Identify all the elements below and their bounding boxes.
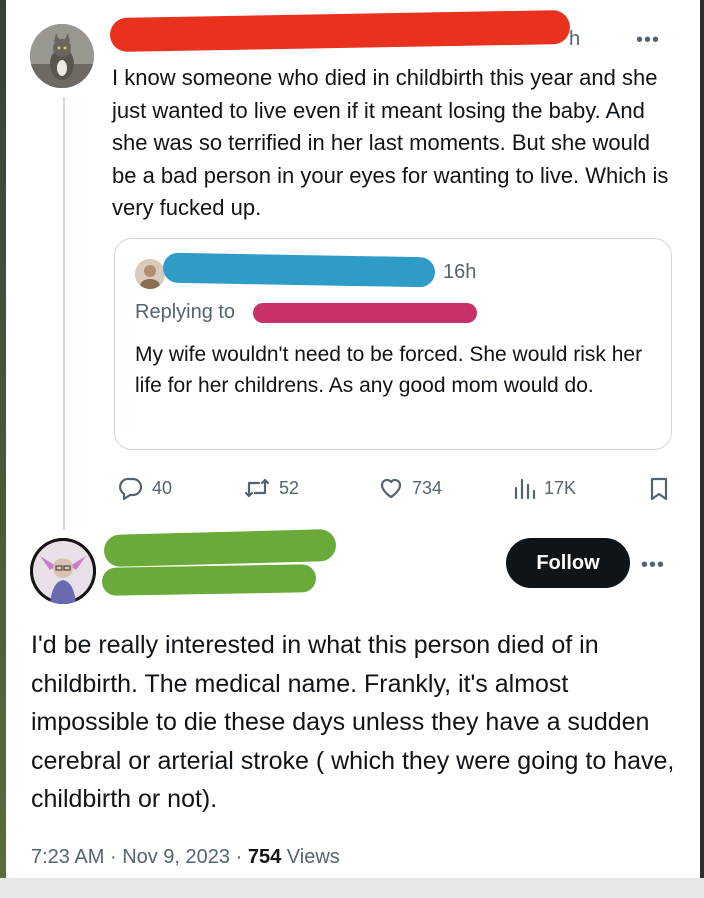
redacted-tweet2-name bbox=[103, 528, 337, 568]
tweet2-avatar-image bbox=[30, 538, 96, 604]
quoted-body: My wife wouldn't need to be forced. She … bbox=[135, 343, 643, 397]
redacted-replying-handle bbox=[253, 303, 477, 323]
redacted-username bbox=[109, 9, 571, 53]
follow-button[interactable]: Follow bbox=[506, 538, 630, 588]
tweet2-views-count: 754 bbox=[247, 846, 282, 868]
bookmark-button[interactable] bbox=[648, 476, 670, 502]
redacted-tweet2-handle bbox=[101, 564, 317, 596]
tweet2-time[interactable]: 7:23 AM bbox=[31, 846, 104, 868]
screenshot-frame-right bbox=[700, 0, 704, 898]
tweet1-avatar[interactable] bbox=[30, 24, 94, 88]
more-icon[interactable]: ••• bbox=[636, 30, 660, 50]
repost-icon bbox=[244, 478, 270, 498]
repost-count: 52 bbox=[279, 477, 300, 498]
bookmark-icon bbox=[650, 477, 668, 501]
views-count: 17K bbox=[544, 477, 577, 498]
tweet1-body: I know someone who died in childbirth th… bbox=[112, 65, 669, 220]
quoted-avatar-image bbox=[135, 259, 165, 289]
like-icon bbox=[380, 478, 402, 499]
redacted-quoted-username bbox=[162, 252, 436, 288]
tweet2-meta: 7:23 AM · Nov 9, 2023 · 754 Views bbox=[31, 846, 340, 869]
screenshot-frame-bottom bbox=[0, 878, 704, 898]
quoted-tweet-card[interactable]: 16h Replying to My wife wouldn't need to… bbox=[114, 238, 672, 450]
repost-button[interactable]: 52 bbox=[243, 476, 299, 500]
tweet2-date[interactable]: Nov 9, 2023 bbox=[122, 846, 230, 868]
reply-count: 40 bbox=[152, 477, 173, 498]
like-count: 734 bbox=[412, 477, 443, 498]
screenshot-frame-left bbox=[0, 0, 6, 898]
replying-to-label: Replying to bbox=[135, 301, 236, 323]
tweet1-action-bar: 40 52 734 17K bbox=[0, 476, 704, 502]
views-button[interactable]: 17K bbox=[512, 476, 576, 500]
tweet1-time: h bbox=[569, 28, 581, 50]
reply-icon bbox=[119, 477, 143, 500]
tweet2-more-icon[interactable]: ••• bbox=[641, 555, 665, 575]
meta-separator: · bbox=[235, 846, 243, 868]
cat-avatar-image bbox=[30, 24, 94, 88]
quoted-avatar bbox=[135, 259, 165, 289]
tweet2-body: I'd be really interested in what this pe… bbox=[31, 631, 675, 813]
tweet2-avatar[interactable] bbox=[30, 538, 96, 604]
reply-button[interactable]: 40 bbox=[118, 476, 172, 500]
like-button[interactable]: 734 bbox=[378, 476, 442, 500]
thread-connector-line bbox=[63, 97, 65, 530]
meta-separator: · bbox=[109, 846, 117, 868]
quoted-time: 16h bbox=[443, 261, 477, 283]
tweet2-views-label: Views bbox=[286, 846, 340, 868]
views-icon bbox=[514, 478, 536, 500]
